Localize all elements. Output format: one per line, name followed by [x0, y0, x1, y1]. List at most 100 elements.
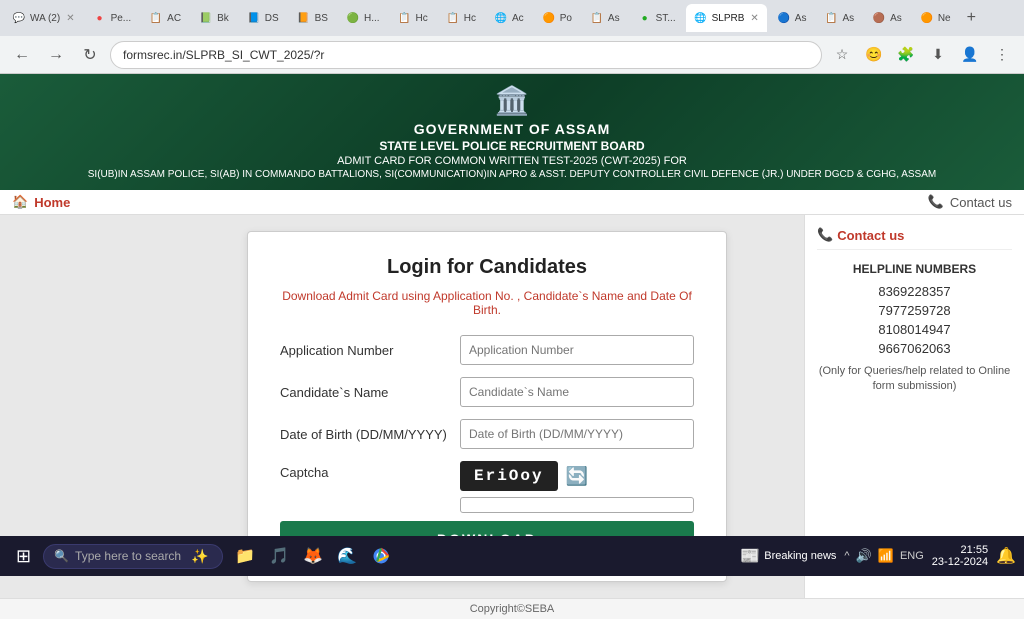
lang-label: ENG — [900, 550, 924, 562]
site-footer: Copyright©SEBA — [0, 598, 1024, 619]
dob-label: Date of Birth (DD/MM/YYYY) — [280, 427, 460, 442]
captcha-input[interactable] — [460, 497, 694, 513]
tab-close-slprb[interactable]: ✕ — [750, 13, 758, 24]
address-bar[interactable] — [110, 41, 822, 69]
page-content: 🏛️ GOVERNMENT OF ASSAM STATE LEVEL POLIC… — [0, 74, 1024, 576]
tab-hc2[interactable]: 📋 Hc — [438, 4, 484, 32]
tab-bk[interactable]: 📗 Bk — [191, 4, 237, 32]
tab-as1[interactable]: 📋 As — [582, 4, 628, 32]
tab-icon-po: 🟠 — [542, 11, 556, 25]
news-label: Breaking news — [764, 550, 836, 562]
home-label: Home — [34, 195, 70, 210]
search-placeholder: Type here to search — [75, 549, 181, 563]
tab-icon-bs: 📙 — [297, 11, 311, 25]
forward-button[interactable]: → — [42, 41, 70, 69]
notification-icon[interactable]: 🔔 — [996, 546, 1016, 566]
profile-button[interactable]: 😊 — [860, 41, 888, 69]
tab-icon-ac2: 🌐 — [494, 11, 508, 25]
tab-icon-ac1: 📋 — [149, 11, 163, 25]
tab-slprb[interactable]: 🌐 SLPRB ✕ — [686, 4, 767, 32]
helpline-title: HELPLINE NUMBERS — [817, 262, 1012, 276]
captcha-image: EriOoy — [460, 461, 558, 491]
tab-ne[interactable]: 🟠 Ne — [912, 4, 959, 32]
app-number-input[interactable] — [460, 335, 694, 365]
helpline-note: (Only for Queries/help related to Online… — [817, 364, 1012, 395]
tray-arrow[interactable]: ^ — [844, 550, 849, 562]
browser-tab-bar: 💬 WA (2) ✕ ● Pe... 📋 AC 📗 Bk 📘 DS 📙 BS 🟢… — [0, 0, 1024, 36]
bookmark-button[interactable]: ☆ — [828, 41, 856, 69]
clock-time: 21:55 — [932, 544, 988, 556]
home-icon: 🏠 — [12, 194, 28, 210]
new-tab-button[interactable]: + — [961, 9, 982, 27]
tab-h[interactable]: 🟢 H... — [338, 4, 388, 32]
tab-pe[interactable]: ● Pe... — [85, 4, 140, 32]
breaking-news[interactable]: 📰 Breaking news — [740, 546, 836, 566]
tab-icon-hc2: 📋 — [446, 11, 460, 25]
taskbar-app-music[interactable]: 🎵 — [265, 542, 293, 570]
taskbar-app-files[interactable]: 📁 — [231, 542, 259, 570]
tab-close-wa[interactable]: ✕ — [66, 13, 74, 24]
system-tray: ^ 🔊 📶 ENG — [844, 548, 923, 564]
dob-row: Date of Birth (DD/MM/YYYY) — [280, 419, 694, 449]
taskbar-right: 📰 Breaking news ^ 🔊 📶 ENG 21:55 23-12-20… — [740, 544, 1016, 568]
dob-input[interactable] — [460, 419, 694, 449]
tab-ac2[interactable]: 🌐 Ac — [486, 4, 532, 32]
contact-header: 📞 Contact us — [817, 227, 1012, 250]
taskbar-app-chrome[interactable] — [367, 542, 395, 570]
taskbar: ⊞ 🔍 Type here to search ✨ 📁 🎵 🦊 🌊 📰 Brea… — [0, 536, 1024, 576]
speaker-icon[interactable]: 🔊 — [856, 548, 872, 564]
contact-nav[interactable]: 📞 Contact us — [928, 194, 1012, 210]
clock-date: 23-12-2024 — [932, 556, 988, 568]
tab-wa[interactable]: 💬 WA (2) ✕ — [4, 4, 83, 32]
tab-bs[interactable]: 📙 BS — [289, 4, 336, 32]
login-title: Login for Candidates — [280, 256, 694, 279]
tab-icon-bk: 📗 — [199, 11, 213, 25]
tab-ac1[interactable]: 📋 AC — [141, 4, 189, 32]
site-nav: 🏠 Home 📞 Contact us — [0, 190, 1024, 215]
extension-button[interactable]: 🧩 — [892, 41, 920, 69]
app-number-label: Application Number — [280, 343, 460, 358]
contact-icon: 📞 — [817, 227, 833, 243]
browser-nav-bar: ← → ↻ ☆ 😊 🧩 ⬇ 👤 ⋮ — [0, 36, 1024, 74]
tab-icon-wa: 💬 — [12, 11, 26, 25]
tab-icon-h: 🟢 — [346, 11, 360, 25]
candidate-name-input[interactable] — [460, 377, 694, 407]
tab-st[interactable]: ● ST... — [630, 4, 684, 32]
start-button[interactable]: ⊞ — [8, 542, 39, 571]
helpline-number-2: 7977259728 — [817, 303, 1012, 318]
tab-icon-as2: 🔵 — [777, 11, 791, 25]
menu-button[interactable]: ⋮ — [988, 41, 1016, 69]
phone-icon: 📞 — [928, 194, 944, 210]
tab-ds[interactable]: 📘 DS — [239, 4, 287, 32]
taskbar-search-box[interactable]: 🔍 Type here to search ✨ — [43, 544, 223, 569]
downloads-button[interactable]: ⬇ — [924, 41, 952, 69]
login-card: Login for Candidates Download Admit Card… — [247, 231, 727, 582]
tab-icon-as4: 🟤 — [872, 11, 886, 25]
app-number-row: Application Number — [280, 335, 694, 365]
tab-icon-hc1: 📋 — [398, 11, 412, 25]
tab-po[interactable]: 🟠 Po — [534, 4, 580, 32]
captcha-label: Captcha — [280, 461, 460, 480]
tab-hc1[interactable]: 📋 Hc — [390, 4, 436, 32]
home-nav[interactable]: 🏠 Home — [12, 194, 70, 210]
search-icon: 🔍 — [54, 549, 69, 563]
captcha-row: Captcha EriOoy 🔄 — [280, 461, 694, 513]
tab-as4[interactable]: 🟤 As — [864, 4, 910, 32]
tab-icon-as1: 📋 — [590, 11, 604, 25]
reload-button[interactable]: ↻ — [76, 41, 104, 69]
taskbar-clock[interactable]: 21:55 23-12-2024 — [932, 544, 988, 568]
account-button[interactable]: 👤 — [956, 41, 984, 69]
header-emblem: 🏛️ — [20, 84, 1004, 117]
tab-icon-pe: ● — [93, 11, 107, 25]
taskbar-app-edge[interactable]: 🌊 — [333, 542, 361, 570]
tab-as3[interactable]: 📋 As — [816, 4, 862, 32]
tab-icon-as3: 📋 — [824, 11, 838, 25]
back-button[interactable]: ← — [8, 41, 36, 69]
captcha-refresh-button[interactable]: 🔄 — [566, 466, 588, 487]
tab-as2[interactable]: 🔵 As — [769, 4, 815, 32]
taskbar-app-photos[interactable]: 🦊 — [299, 542, 327, 570]
cortana-icon: ✨ — [191, 548, 208, 565]
candidate-name-row: Candidate`s Name — [280, 377, 694, 407]
taskbar-apps: 📁 🎵 🦊 🌊 — [231, 542, 395, 570]
network-icon[interactable]: 📶 — [878, 548, 894, 564]
